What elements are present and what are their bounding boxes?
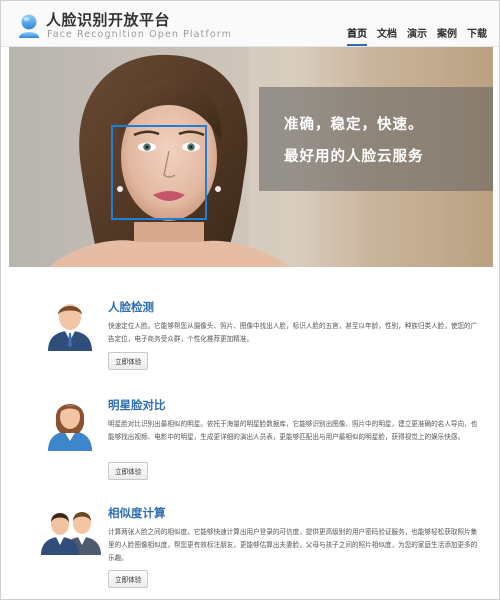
header: 人脸识别开放平台 Face Recognition Open Platform … xyxy=(1,1,499,47)
try-now-button[interactable]: 立即体验 xyxy=(108,462,149,480)
feature-description: 快速定位人脸。它能够帮您从摄像头、照片、图像中找出人脸，标识人脸的五官，甚至以年… xyxy=(108,322,478,343)
woman-avatar-icon xyxy=(48,404,92,451)
page: 人脸识别开放平台 Face Recognition Open Platform … xyxy=(0,0,500,600)
hero-subheadline: 最好用的人脸云服务 xyxy=(284,149,424,165)
logo-icon[interactable] xyxy=(17,13,41,39)
site-subtitle: Face Recognition Open Platform xyxy=(47,29,232,40)
feature-title: 人脸检测 xyxy=(108,300,154,314)
nav-docs[interactable]: 文档 xyxy=(377,25,397,46)
feature-title: 明星脸对比 xyxy=(108,398,166,412)
man-avatar-icon xyxy=(48,304,92,351)
hero-headline: 准确，稳定，快速。 xyxy=(284,117,424,133)
nav-download[interactable]: 下载 xyxy=(467,25,487,46)
nav-cases[interactable]: 案例 xyxy=(437,25,457,46)
feature-title: 相似度计算 xyxy=(108,506,166,520)
feature-description: 明星脸对比识别出最相似的明星。依托于海量的明星脸数据库，它能够识别出图像、照片中… xyxy=(108,420,478,441)
hero-overlay xyxy=(259,87,493,191)
try-now-button[interactable]: 立即体验 xyxy=(108,352,149,370)
nav-home[interactable]: 首页 xyxy=(347,25,367,46)
hero-banner: 准确，稳定，快速。 最好用的人脸云服务 xyxy=(9,47,493,267)
try-now-button[interactable]: 立即体验 xyxy=(108,570,149,588)
nav-demo[interactable]: 演示 xyxy=(407,25,427,46)
site-title[interactable]: 人脸识别开放平台 xyxy=(46,9,170,30)
two-people-avatar-icon xyxy=(41,512,101,555)
feature-description: 计算两张人脸之间的相似度。它能够快速计算出用户登录的可信度，提供更高级别的用户密… xyxy=(108,528,478,562)
main-nav: 首页 文档 演示 案例 下载 xyxy=(347,25,487,46)
